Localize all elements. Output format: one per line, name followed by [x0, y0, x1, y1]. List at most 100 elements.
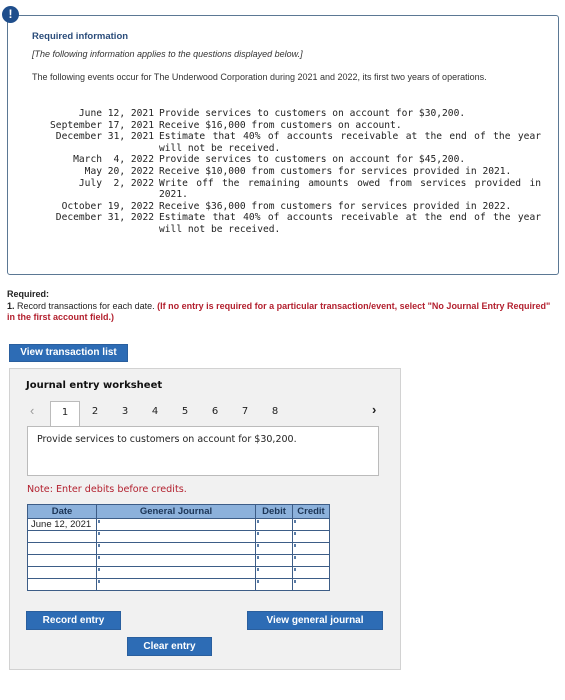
- worksheet-title: Journal entry worksheet: [26, 380, 163, 391]
- credit-field[interactable]: [292, 566, 330, 579]
- date-cell: [27, 542, 97, 555]
- account-field[interactable]: [96, 566, 256, 579]
- date-cell: [27, 530, 97, 543]
- input-marker-icon: [257, 544, 259, 547]
- required-information-title: Required information: [32, 31, 129, 42]
- input-marker-icon: [294, 520, 296, 523]
- event-item: December 31, 2022 Estimate that 40% of ac…: [32, 212, 541, 235]
- credit-field[interactable]: [292, 530, 330, 543]
- journal-row: [27, 530, 330, 543]
- event-description: Estimate that 40% of accounts receivable…: [159, 212, 541, 235]
- event-date: September 17, 2021: [50, 119, 154, 131]
- tab-6[interactable]: 6: [200, 401, 230, 423]
- event-description: Estimate that 40% of accounts receivable…: [159, 131, 541, 154]
- debit-field[interactable]: [255, 566, 293, 579]
- event-date: October 19, 2022: [50, 200, 154, 212]
- tab-5[interactable]: 5: [170, 401, 200, 423]
- event-item: July 2, 2022 Write off the remaining amou…: [32, 178, 541, 201]
- input-marker-icon: [257, 556, 259, 559]
- input-marker-icon: [257, 532, 259, 535]
- worksheet-tabs: 1 2 3 4 5 6 7 8: [50, 401, 290, 426]
- debit-field[interactable]: [255, 530, 293, 543]
- credit-field[interactable]: [292, 578, 330, 591]
- dropdown-marker-icon: [98, 568, 100, 571]
- input-marker-icon: [257, 580, 259, 583]
- events-list: June 12, 2021 Provide services to custome…: [32, 108, 541, 236]
- input-marker-icon: [294, 556, 296, 559]
- account-field[interactable]: [96, 578, 256, 591]
- debit-credit-note: Note: Enter debits before credits.: [27, 484, 187, 495]
- event-date: May 20, 2022: [55, 165, 154, 177]
- credit-field[interactable]: [292, 542, 330, 555]
- event-description: Provide services to customers on account…: [159, 108, 466, 119]
- record-entry-button[interactable]: Record entry: [26, 611, 121, 630]
- chevron-right-icon[interactable]: ›: [372, 402, 376, 417]
- input-marker-icon: [257, 568, 259, 571]
- view-general-journal-button[interactable]: View general journal: [247, 611, 383, 630]
- journal-row: [27, 554, 330, 567]
- required-heading: Required:: [7, 289, 50, 299]
- chevron-left-icon[interactable]: ‹: [30, 403, 34, 418]
- tab-7[interactable]: 7: [230, 401, 260, 423]
- account-field[interactable]: [96, 530, 256, 543]
- intro-text: The following events occur for The Under…: [32, 72, 487, 82]
- dropdown-marker-icon: [98, 532, 100, 535]
- event-date: March 4, 2022: [55, 154, 154, 166]
- date-cell: [27, 566, 97, 579]
- input-marker-icon: [257, 520, 259, 523]
- requirement-text: Record transactions for each date.: [14, 300, 158, 311]
- required-information-panel: Required information [The following info…: [7, 15, 559, 275]
- account-field[interactable]: [96, 554, 256, 567]
- credit-field[interactable]: [292, 518, 330, 531]
- event-date: December 31, 2022: [50, 212, 154, 224]
- column-header-credit: Credit: [292, 504, 330, 519]
- clear-entry-button[interactable]: Clear entry: [127, 637, 212, 656]
- tab-3[interactable]: 3: [110, 401, 140, 423]
- input-marker-icon: [294, 568, 296, 571]
- column-header-general-journal: General Journal: [96, 504, 256, 519]
- tab-1[interactable]: 1: [50, 401, 80, 426]
- debit-field[interactable]: [255, 554, 293, 567]
- event-description: Receive $36,000 from customers for servi…: [159, 200, 512, 212]
- view-transaction-list-button[interactable]: View transaction list: [9, 344, 128, 362]
- input-marker-icon: [294, 544, 296, 547]
- required-instruction: 1. Record transactions for each date. (I…: [7, 301, 552, 324]
- journal-row: June 12, 2021: [27, 518, 330, 531]
- credit-field[interactable]: [292, 554, 330, 567]
- debit-field[interactable]: [255, 542, 293, 555]
- requirement-number: 1.: [7, 300, 15, 311]
- dropdown-marker-icon: [98, 580, 100, 583]
- dropdown-marker-icon: [98, 544, 100, 547]
- date-cell: [27, 554, 97, 567]
- dropdown-marker-icon: [98, 520, 100, 523]
- event-date: July 2, 2022: [55, 177, 154, 189]
- dropdown-marker-icon: [98, 556, 100, 559]
- tab-8[interactable]: 8: [260, 401, 290, 423]
- tab-4[interactable]: 4: [140, 401, 170, 423]
- tab-2[interactable]: 2: [80, 401, 110, 423]
- event-item: December 31, 2021 Estimate that 40% of ac…: [32, 131, 541, 154]
- event-description: Receive $16,000 from customers on accoun…: [159, 119, 402, 131]
- journal-table: Date General Journal Debit Credit June 1…: [27, 504, 330, 591]
- event-item: October 19, 2022 Receive $36,000 from cus…: [32, 201, 541, 213]
- event-date: December 31, 2021: [50, 131, 154, 143]
- account-field[interactable]: [96, 518, 256, 531]
- event-description: Receive $10,000 from customers for servi…: [159, 165, 512, 177]
- date-cell: [27, 578, 97, 591]
- event-item: March 4, 2022 Provide services to custome…: [32, 154, 541, 166]
- column-header-debit: Debit: [255, 504, 293, 519]
- input-marker-icon: [294, 532, 296, 535]
- journal-row: [27, 566, 330, 579]
- event-description: Write off the remaining amounts owed fro…: [159, 177, 541, 201]
- information-subtitle: [The following information applies to th…: [32, 49, 303, 59]
- debit-field[interactable]: [255, 518, 293, 531]
- event-description: Provide services to customers on account…: [159, 154, 466, 166]
- transaction-description: Provide services to customers on account…: [27, 426, 379, 476]
- debit-field[interactable]: [255, 578, 293, 591]
- exclamation-circle-icon: !: [2, 6, 19, 23]
- account-field[interactable]: [96, 542, 256, 555]
- journal-header-row: Date General Journal Debit Credit: [27, 504, 330, 519]
- required-section: Required: 1. Record transactions for eac…: [7, 289, 552, 324]
- date-cell: June 12, 2021: [27, 518, 97, 531]
- journal-row: [27, 578, 330, 591]
